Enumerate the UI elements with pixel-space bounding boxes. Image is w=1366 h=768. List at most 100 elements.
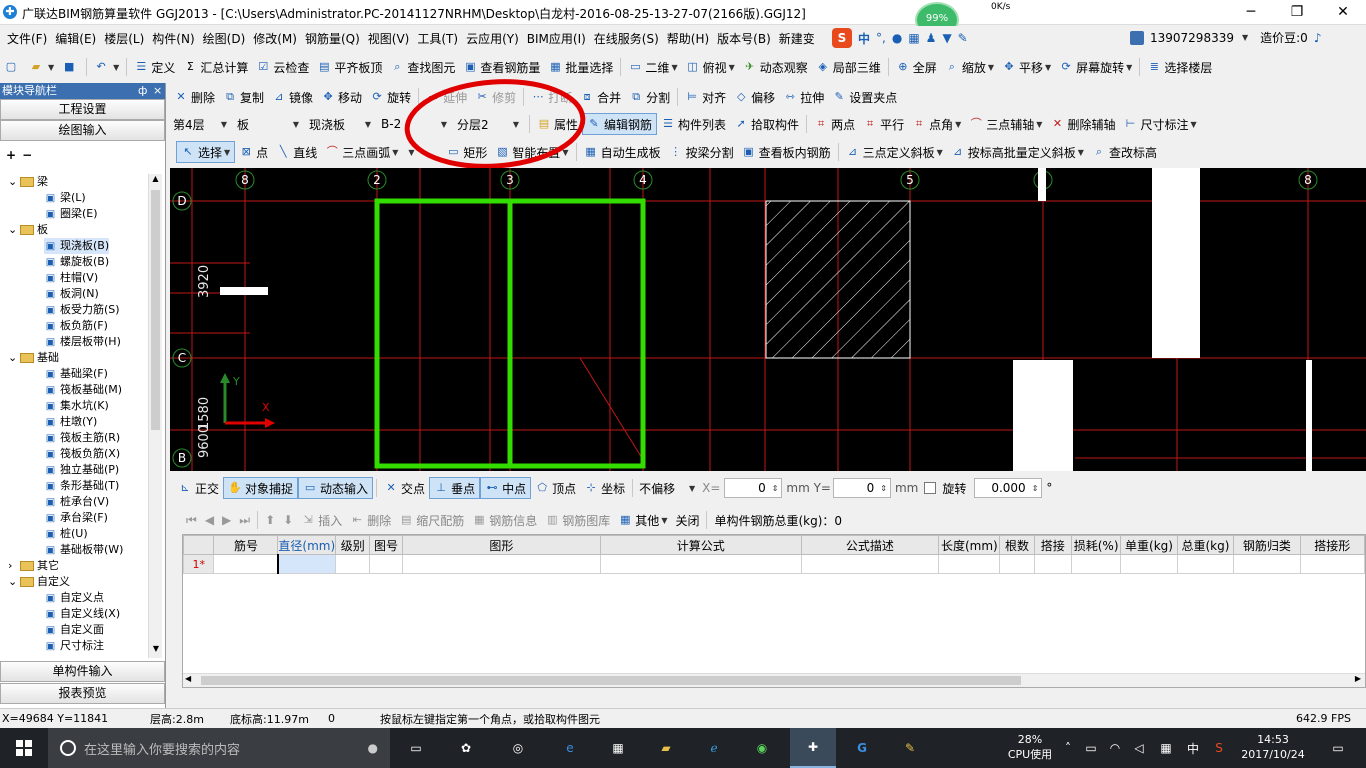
table-row[interactable]: 1* — [182, 554, 1366, 574]
cost-beans[interactable]: 造价豆:0 — [1260, 29, 1308, 46]
sogou-tray-icon[interactable]: S — [1206, 728, 1232, 768]
perpendicular-snap[interactable]: ⊥ 垂点 — [429, 477, 481, 499]
batch-slope-button[interactable]: ⊿ 按标高批量定义斜板 ▼ — [947, 141, 1088, 163]
tree-group[interactable]: ⌄ 基础 — [8, 350, 59, 366]
wifi-icon[interactable]: ◠ — [1104, 728, 1126, 768]
three-point-axis-button[interactable]: ⌒ 三点辅轴 ▼ — [965, 113, 1046, 135]
tree-item[interactable]: ▣ 自定义线(X) — [44, 606, 120, 622]
column-header[interactable]: 公式描述 — [800, 535, 940, 555]
tree-item[interactable]: ▣ 楼层板带(H) — [44, 334, 121, 350]
align-button[interactable]: ⊨ 对齐 — [681, 86, 730, 108]
drawing-input-button[interactable]: 绘图输入 — [0, 120, 165, 141]
table-cell[interactable] — [599, 554, 802, 574]
copy-button[interactable]: ⧉ 复制 — [219, 86, 268, 108]
category-select[interactable]: 板 ▼ — [234, 114, 302, 134]
move-button[interactable]: ✥ 移动 — [317, 86, 366, 108]
tree-item[interactable]: ▣ 承台梁(F) — [44, 510, 108, 526]
open-file-button[interactable]: ▰ ▼ — [25, 56, 58, 78]
collapse-icon[interactable]: ⌄ — [8, 350, 20, 366]
tree-group[interactable]: ⌄ 梁 — [8, 174, 48, 190]
tree-item[interactable]: ▣ 条形基础(T) — [44, 478, 120, 494]
ime-lang[interactable]: 中 — [858, 30, 870, 47]
tree-item[interactable]: ▣ 圈梁(E) — [44, 206, 98, 222]
tree-group[interactable]: › 其它 — [8, 558, 59, 574]
undo-button[interactable]: ↶ ▼ — [90, 56, 123, 78]
table-cell[interactable] — [213, 554, 279, 574]
column-header[interactable]: 直径(mm) — [277, 535, 337, 555]
menu-item[interactable]: 新建变 — [776, 30, 818, 47]
task-view-icon[interactable]: ▭ — [398, 728, 434, 768]
keyboard-tray-icon[interactable]: ▦ — [1152, 728, 1180, 768]
column-header[interactable]: 根数 — [999, 535, 1035, 555]
mirror-button[interactable]: ⊿ 镜像 — [268, 86, 317, 108]
account-area[interactable]: 13907298339 ▼ 造价豆:0 ♪ — [1130, 29, 1322, 46]
table-cell[interactable] — [335, 554, 371, 574]
cad-drawing[interactable]: 8 2 3 4 5 6 7 8 D C B — [170, 168, 1366, 471]
ie-browser-icon[interactable]: ℯ — [694, 728, 734, 768]
notes-app-icon[interactable]: ✎ — [888, 728, 932, 768]
define-button[interactable]: ☰ 定义 — [130, 56, 179, 78]
single-component-input-button[interactable]: 单构件输入 — [0, 661, 165, 682]
column-header[interactable]: 图号 — [369, 535, 403, 555]
menu-item[interactable]: 文件(F) — [4, 30, 50, 47]
point-button[interactable]: ⊠ 点 — [235, 141, 272, 163]
mic-icon[interactable]: ● — [368, 741, 378, 755]
tree-item[interactable]: ▣ 集水坑(K) — [44, 398, 109, 414]
select-button[interactable]: ↖ 选择 ▼ — [176, 141, 236, 163]
wrench-icon[interactable]: ✎ — [958, 31, 968, 45]
edge-browser-icon[interactable]: e — [550, 728, 590, 768]
object-snap-toggle[interactable]: ✋ 对象捕捉 — [223, 477, 299, 499]
menu-item[interactable]: 云应用(Y) — [463, 30, 522, 47]
close-grid-button[interactable]: 关闭 — [671, 509, 703, 531]
auto-slab-button[interactable]: ▦ 自动生成板 — [580, 141, 665, 163]
collapse-icon[interactable]: ⌄ — [8, 574, 20, 590]
intersection-snap[interactable]: ✕ 交点 — [380, 477, 429, 499]
360-browser-icon[interactable]: ◉ — [742, 728, 782, 768]
table-cell[interactable] — [1299, 554, 1366, 574]
panel-close-icon[interactable]: × — [153, 83, 162, 99]
collapse-icon[interactable]: ⌄ — [8, 222, 20, 238]
offset-button[interactable]: ◇ 偏移 — [730, 86, 779, 108]
column-header[interactable]: 钢筋归类 — [1233, 535, 1301, 555]
ime-punct[interactable]: °, — [876, 31, 886, 45]
table-cell[interactable] — [938, 554, 1001, 574]
y-input[interactable]: 0 ⇕ — [832, 478, 891, 498]
column-header[interactable]: 搭接形 — [1299, 535, 1366, 555]
tree-item[interactable]: ▣ 筏板负筋(X) — [44, 446, 120, 462]
vertex-snap[interactable]: ⬠ 顶点 — [531, 477, 580, 499]
split-button[interactable]: ⧉ 分割 — [625, 86, 674, 108]
store-icon[interactable]: ▦ — [598, 728, 638, 768]
table-cell[interactable] — [1120, 554, 1178, 574]
table-cell[interactable] — [1070, 554, 1122, 574]
column-header[interactable]: 损耗(%) — [1070, 535, 1122, 555]
x-input[interactable]: 0 ⇕ — [724, 478, 783, 498]
tree-item[interactable]: ▣ 梁(L) — [44, 190, 86, 206]
tree-item[interactable]: ▣ 基础梁(F) — [44, 366, 108, 382]
menu-item[interactable]: 绘图(D) — [200, 30, 249, 47]
delete-axis-button[interactable]: ✕ 删除辅轴 — [1046, 113, 1119, 135]
sum-calc-button[interactable]: Σ 汇总计算 — [179, 56, 252, 78]
rotate-input[interactable]: 0.000 ⇕ — [974, 478, 1043, 498]
other-button[interactable]: ▦ 其他 ▼ — [614, 509, 671, 531]
dynamic-input-toggle[interactable]: ▭ 动态输入 — [298, 477, 374, 499]
dimension-button[interactable]: ⊢ 尺寸标注 ▼ — [1119, 113, 1200, 135]
menu-item[interactable]: BIM应用(I) — [524, 30, 589, 47]
collapse-all-icon[interactable]: − — [22, 148, 32, 162]
table-cell[interactable] — [1033, 554, 1073, 574]
insert-button[interactable]: ⇲ 插入 — [297, 509, 346, 531]
tree-item[interactable]: ▣ 筏板主筋(R) — [44, 430, 120, 446]
next-record-button[interactable]: ▶ — [218, 509, 235, 531]
tree-item[interactable]: ▣ 自定义点 — [44, 590, 104, 606]
table-hscrollbar[interactable]: ◀ ▶ — [183, 673, 1365, 687]
tree-item[interactable]: ▣ 独立基础(P) — [44, 462, 119, 478]
scroll-thumb[interactable] — [151, 190, 160, 430]
point-angle-button[interactable]: ⌗ 点角 ▼ — [908, 113, 965, 135]
table-cell[interactable] — [401, 554, 601, 574]
column-header[interactable]: 筋号 — [213, 535, 279, 555]
table-cell[interactable] — [1176, 554, 1235, 574]
parallel-axis-button[interactable]: ⌗ 平行 — [859, 113, 908, 135]
tree-group[interactable]: ⌄ 自定义 — [8, 574, 70, 590]
expand-icon[interactable]: › — [8, 558, 20, 574]
pan-button[interactable]: ✥ 平移 ▼ — [998, 56, 1055, 78]
file-explorer-icon[interactable]: ▰ — [646, 728, 686, 768]
